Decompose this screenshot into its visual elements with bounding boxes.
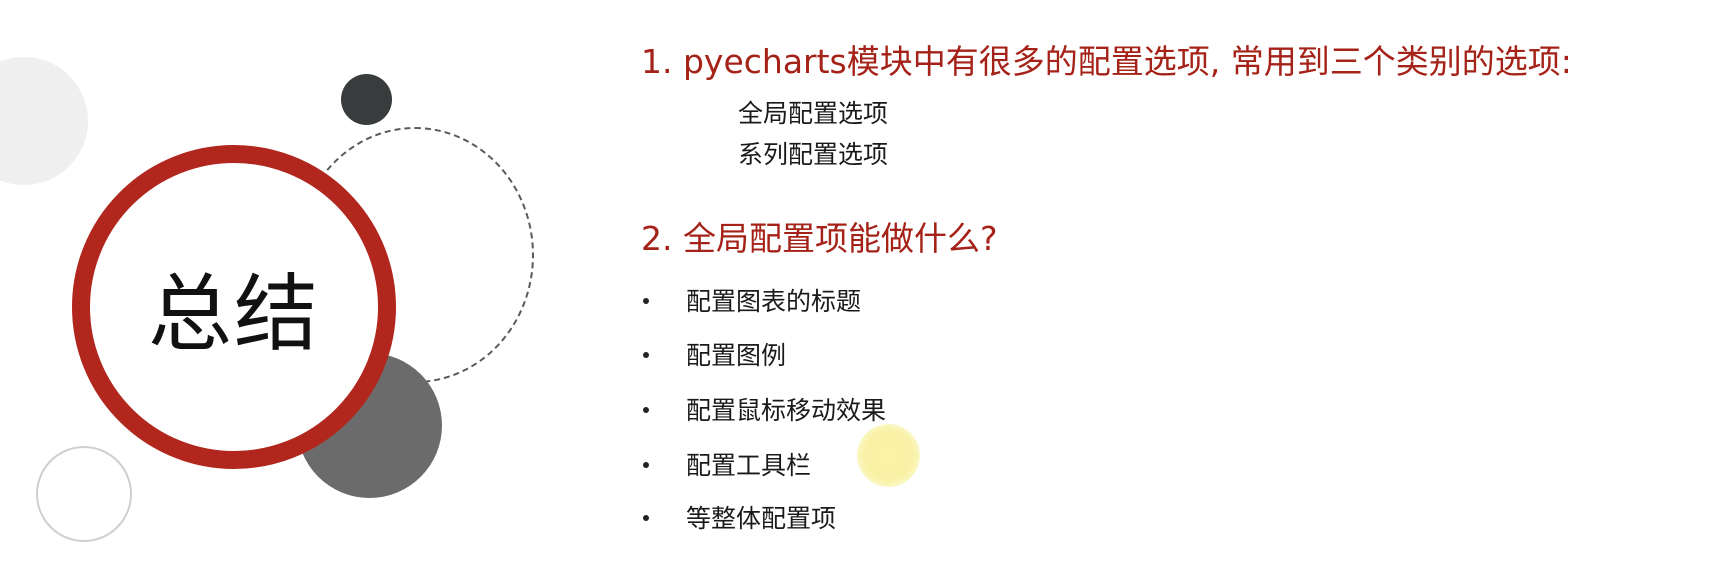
bullet-item: 配置图例 bbox=[641, 339, 1281, 371]
bullet-item: 等整体配置项 bbox=[641, 502, 1281, 534]
section1-item: 全局配置选项 bbox=[738, 99, 889, 128]
bullet-dot-icon bbox=[643, 298, 649, 304]
center-title: 总结 bbox=[147, 264, 320, 363]
bullet-text: 配置图例 bbox=[686, 340, 787, 370]
bullet-text: 配置鼠标移动效果 bbox=[686, 395, 887, 425]
bullet-item: 配置工具栏 bbox=[641, 449, 1281, 481]
section1-item: 系列配置选项 bbox=[738, 140, 889, 169]
section1-heading: 1. pyecharts模块中有很多的配置选项, 常用到三个类别的选项: bbox=[641, 42, 1572, 81]
bullet-dot-icon bbox=[643, 407, 649, 413]
section2-heading: 2. 全局配置项能做什么? bbox=[641, 219, 998, 258]
bullet-text: 配置工具栏 bbox=[686, 450, 812, 480]
bullet-dot-icon bbox=[643, 462, 649, 468]
bullet-dot-icon bbox=[643, 515, 649, 521]
bullet-item: 配置鼠标移动效果 bbox=[641, 394, 1281, 426]
bullet-item: 配置图表的标题 bbox=[641, 285, 1281, 317]
bullet-text: 等整体配置项 bbox=[686, 503, 837, 533]
small-dark-circle-decoration bbox=[341, 74, 392, 125]
bullet-dot-icon bbox=[643, 352, 649, 358]
bullet-text: 配置图表的标题 bbox=[686, 286, 862, 316]
